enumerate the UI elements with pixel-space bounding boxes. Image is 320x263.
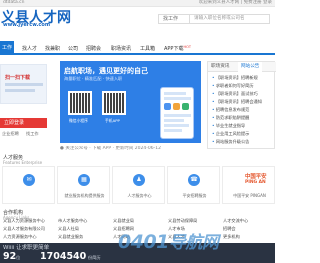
qr-code-miniprogram (68, 91, 92, 115)
top-strip: dtdata.cn 欢迎来到义县人才网 | 免费注册 登录 (0, 0, 275, 7)
top-strip-right[interactable]: 欢迎来到义县人才网 | 免费注册 登录 (199, 0, 272, 6)
left-promo-image[interactable]: 扫一扫下载 (0, 64, 47, 104)
notice-item[interactable]: • 【职场资讯】招聘新规 (212, 75, 274, 81)
notice-item[interactable]: • 防范求职陷阱提醒 (212, 115, 274, 121)
stats-count-companies: 92 (3, 251, 17, 262)
watermark-text: 0401 (118, 231, 169, 253)
agency-link[interactable]: 义县人才服务有限公司 (3, 226, 55, 232)
login-button[interactable]: 立即登录 (0, 118, 47, 128)
tab-career-news[interactable]: 职场资讯 (208, 62, 232, 72)
agency-link[interactable]: 更多机构 (223, 234, 275, 240)
watermark-sub: 导航网 (168, 233, 219, 253)
promo-line (5, 83, 43, 86)
banner-meta: ● 关注公众号 · 下载 APP · 更新时间 2024-06-12 (60, 146, 161, 151)
notice-item[interactable]: • 网站服务升级公告 (212, 139, 274, 145)
qr-caption: 手机APP (105, 118, 120, 123)
promo-line (5, 89, 35, 92)
agency-link[interactable]: 人才交流中心 (223, 218, 275, 224)
pingan-logo-cn: 中国平安 (245, 174, 267, 180)
notice-item[interactable]: • 招聘信息发布规范 (212, 107, 274, 113)
notice-item[interactable]: • 求职者如何写好简历 (212, 83, 274, 89)
notice-item[interactable]: • 【职场资讯】面试技巧 (212, 91, 274, 97)
nav-item-talent[interactable]: 找人才 (22, 45, 37, 52)
main-nav: 工作 找人才 找兼职 公司 招聘会 职场资讯 工具箱 APP下载HOT (0, 41, 275, 55)
agency-link[interactable]: 义县就业服务 (58, 234, 110, 240)
hot-badge: HOT (183, 45, 191, 49)
nav-item-jobs[interactable]: 工作 (0, 41, 15, 53)
search-type-select[interactable]: 找工作 (158, 14, 190, 24)
nav-item-news[interactable]: 职场资讯 (111, 45, 131, 52)
site-url: www.jyercw.com (3, 22, 51, 28)
search-input[interactable]: 请输入职位名称或公司名 (190, 14, 270, 24)
notice-item[interactable]: • 【职场资讯】招聘会通知 (212, 99, 274, 105)
feature-card[interactable]: ▦ 就业服务机构提供服务 (57, 166, 110, 204)
phone-mockup (160, 87, 194, 139)
hero-banner[interactable]: 启航职场，遇见更好的自己 海量职位 · 精准匹配 · 快速入职 微信小程序 手机… (60, 61, 201, 143)
stats-unit-companies: 位 (16, 255, 21, 260)
left-link-employer[interactable]: 企业招聘 (2, 131, 19, 137)
qr-code-app (102, 91, 126, 115)
qr-caption: 微信小程序 (69, 118, 88, 123)
nav-item-jobfair[interactable]: 招聘会 (86, 45, 101, 52)
feature-label: 人才服务中心 (127, 193, 152, 198)
agency-link[interactable]: 义县就业局 (113, 218, 165, 224)
tab-site-notice[interactable]: 网站公告 (238, 62, 263, 72)
feature-label: 就业服务机构提供服务 (64, 193, 105, 198)
pingan-logo-en: PING AN (245, 180, 266, 185)
phone-icon: ☎ (188, 174, 200, 186)
feature-card[interactable]: ☎ 平安招聘服务 (167, 166, 220, 204)
chat-icon: ✉ (23, 174, 35, 186)
stats-label: Wiiii 让求职更简单 (3, 245, 50, 251)
notice-item[interactable]: • 毕业生就业指导 (212, 123, 274, 129)
user-icon: ♟ (133, 174, 145, 186)
left-link-seeker[interactable]: 找工作 (26, 131, 39, 137)
feature-label: 平安招聘服务 (182, 193, 207, 198)
nav-item-app-label: APP下载 (164, 46, 184, 52)
left-promo-text: 扫一扫下载 (5, 75, 31, 81)
stats-unit-resumes: 份简历 (88, 255, 101, 260)
agency-link[interactable]: 义县人力资源服务中心 (3, 218, 55, 224)
notice-item[interactable]: • 企业用工风险提示 (212, 131, 274, 137)
banner-title: 启航职场，遇见更好的自己 (64, 67, 148, 75)
agency-link[interactable]: 义县劳动保障局 (168, 218, 220, 224)
feature-card[interactable]: ♟ 人才服务中心 (112, 166, 165, 204)
top-strip-left: dtdata.cn (3, 0, 25, 5)
nav-item-tools[interactable]: 工具箱 (140, 45, 155, 52)
nav-item-parttime[interactable]: 找兼职 (45, 45, 60, 52)
agency-link[interactable]: 义县人社局 (58, 226, 110, 232)
stats-count-resumes: 1704540 (40, 251, 87, 262)
notice-tabs: 职场资讯 网站公告 (208, 62, 276, 72)
feature-card[interactable]: ✉ (2, 166, 55, 204)
banner-subtitle: 海量职位 · 精准匹配 · 快速入职 (64, 76, 123, 81)
building-icon: ▦ (78, 174, 90, 186)
nav-item-company[interactable]: 公司 (68, 45, 78, 52)
watermark: 0401导航网 (118, 228, 219, 253)
feature-card[interactable]: 中国平安 PING AN 中国平安 PINGAN (222, 166, 275, 204)
feature-label: 中国平安 PINGAN (233, 193, 266, 198)
agency-link[interactable]: 招聘会 (223, 226, 275, 232)
agency-link[interactable]: 人力资源服务中心 (3, 234, 55, 240)
notice-panel: 职场资讯 网站公告 • 【职场资讯】招聘新规 • 求职者如何写好简历 • 【职场… (207, 61, 276, 149)
agency-link[interactable]: 市人才服务中心 (58, 218, 110, 224)
pingan-logo: 中国平安 PING AN (245, 172, 267, 185)
features-subtitle: Features Enterprise (3, 160, 43, 165)
nav-item-app[interactable]: APP下载HOT (164, 45, 191, 52)
